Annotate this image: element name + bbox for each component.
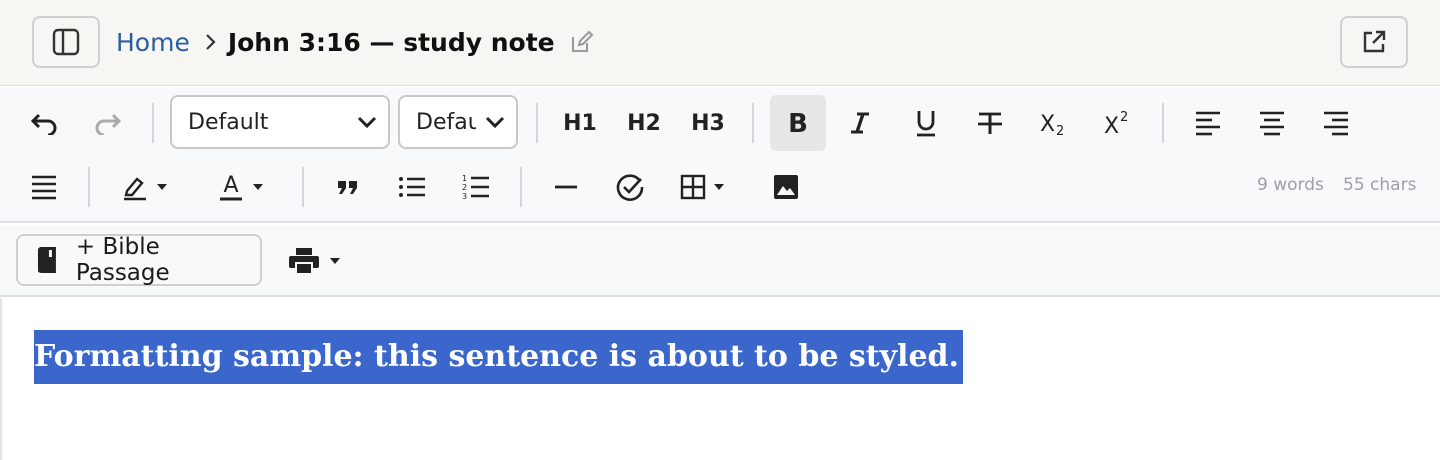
word-count: 9 words <box>1257 175 1324 195</box>
caret-down-icon <box>253 184 263 190</box>
italic-button[interactable] <box>832 95 888 151</box>
toolbar-divider <box>520 167 522 207</box>
heading-1-label: H1 <box>563 110 597 136</box>
toolbar-divider <box>88 167 90 207</box>
text-color-button[interactable]: A <box>208 159 274 215</box>
align-left-icon <box>1196 111 1220 136</box>
horizontal-rule-icon <box>555 185 577 189</box>
align-center-icon <box>1260 111 1284 136</box>
strikethrough-icon <box>978 112 1002 134</box>
horizontal-rule-button[interactable] <box>538 159 594 215</box>
bold-icon: B <box>788 109 808 137</box>
align-justify-icon <box>32 175 56 200</box>
external-link-icon <box>1363 30 1386 53</box>
caret-down-icon <box>157 184 167 190</box>
numbered-list-icon: 123 <box>462 174 489 200</box>
font-family-select[interactable]: Default <box>170 95 390 149</box>
quote-icon <box>338 181 357 194</box>
caret-down-icon <box>714 184 724 190</box>
open-external-button[interactable] <box>1340 16 1408 68</box>
chevron-down-icon <box>485 116 505 129</box>
align-justify-button[interactable] <box>16 159 72 215</box>
breadcrumb-home-link[interactable]: Home <box>116 28 190 57</box>
svg-text:B: B <box>788 109 808 137</box>
strikethrough-button[interactable] <box>962 95 1018 151</box>
svg-text:2: 2 <box>1120 110 1128 125</box>
book-icon <box>37 247 56 273</box>
image-icon <box>774 175 798 199</box>
check-circle-icon <box>616 174 644 201</box>
redo-icon <box>95 113 122 135</box>
heading-3-button[interactable]: H3 <box>680 95 736 151</box>
heading-1-button[interactable]: H1 <box>552 95 608 151</box>
undo-icon <box>30 113 57 135</box>
header-bar: Home John 3:16 — study note <box>0 0 1440 86</box>
svg-text:X: X <box>1104 114 1119 137</box>
bullet-list-icon <box>399 177 425 197</box>
subscript-icon: X 2 <box>1040 112 1064 137</box>
insert-toolbar: + Bible Passage <box>0 225 1440 297</box>
bold-button[interactable]: B <box>770 95 826 151</box>
toolbar-divider <box>752 103 754 143</box>
heading-2-button[interactable]: H2 <box>616 95 672 151</box>
numbered-list-button[interactable]: 123 <box>448 159 504 215</box>
underline-icon <box>917 111 935 137</box>
format-toolbar: Default Default H1 H2 H3 B <box>0 87 1440 223</box>
toolbar-divider <box>152 103 154 143</box>
add-bible-passage-button[interactable]: + Bible Passage <box>16 234 262 286</box>
svg-text:2: 2 <box>462 183 467 192</box>
char-count: 55 chars <box>1343 175 1417 195</box>
text-color-icon: A <box>220 173 242 201</box>
checklist-button[interactable] <box>602 159 658 215</box>
align-right-icon <box>1324 111 1348 136</box>
svg-text:3: 3 <box>462 192 467 200</box>
bible-passage-label: + Bible Passage <box>75 234 170 286</box>
toolbar-divider <box>1162 103 1164 143</box>
edit-title-button[interactable] <box>569 29 595 55</box>
font-size-value: Default <box>416 109 476 135</box>
underline-button[interactable] <box>898 95 954 151</box>
blockquote-button[interactable] <box>320 159 376 215</box>
heading-3-label: H3 <box>691 110 725 136</box>
align-center-button[interactable] <box>1244 95 1300 151</box>
superscript-button[interactable]: X 2 <box>1090 95 1146 151</box>
printer-icon <box>289 248 319 275</box>
sidebar-toggle-icon <box>52 28 80 56</box>
heading-2-label: H2 <box>627 110 661 136</box>
svg-text:X: X <box>1040 112 1055 137</box>
caret-down-icon <box>330 258 340 264</box>
italic-icon <box>851 112 869 134</box>
toolbar-divider <box>536 103 538 143</box>
bullet-list-button[interactable] <box>384 159 440 215</box>
pencil-icon <box>571 30 594 52</box>
highlight-color-button[interactable] <box>112 159 178 215</box>
svg-text:2: 2 <box>1056 124 1064 137</box>
toolbar-divider <box>302 167 304 207</box>
page-title: John 3:16 — study note <box>227 27 555 57</box>
sidebar-toggle-button[interactable] <box>32 16 100 68</box>
chevron-right-icon <box>204 32 218 52</box>
redo-button[interactable] <box>80 95 136 151</box>
table-icon <box>680 174 706 200</box>
svg-text:A: A <box>223 173 238 198</box>
superscript-icon: X 2 <box>1104 110 1128 137</box>
editor-content[interactable]: Formatting sample: this sentence is abou… <box>0 298 1440 460</box>
undo-button[interactable] <box>16 95 72 151</box>
insert-table-button[interactable] <box>668 159 738 215</box>
align-right-button[interactable] <box>1308 95 1364 151</box>
highlighter-icon <box>124 177 146 201</box>
subscript-button[interactable]: X 2 <box>1026 95 1082 151</box>
chevron-down-icon <box>357 116 377 129</box>
insert-image-button[interactable] <box>758 159 814 215</box>
print-menu-button[interactable] <box>288 241 348 281</box>
breadcrumb: Home John 3:16 — study note <box>116 24 595 60</box>
svg-text:1: 1 <box>462 174 467 183</box>
selected-paragraph[interactable]: Formatting sample: this sentence is abou… <box>34 330 963 384</box>
align-left-button[interactable] <box>1180 95 1236 151</box>
font-size-select[interactable]: Default <box>398 95 518 149</box>
font-family-value: Default <box>188 109 269 135</box>
